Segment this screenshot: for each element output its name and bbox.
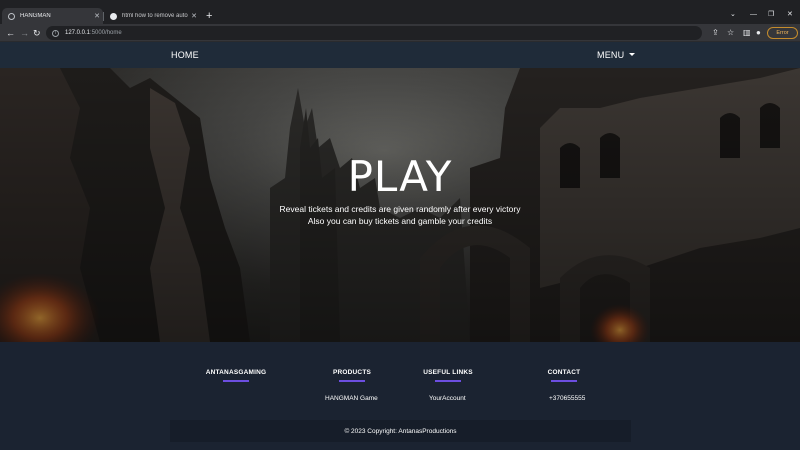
footer-heading: USEFUL LINKS [423, 369, 473, 376]
footer-heading-underline [435, 380, 461, 382]
tab-hangman[interactable]: HANGMAN ✕ [2, 8, 103, 24]
footer-heading-underline [223, 380, 249, 382]
new-tab-button[interactable]: + [206, 10, 212, 22]
browser-tab-strip: HANGMAN ✕ html how to remove auto sugge … [0, 0, 800, 24]
footer-column-products: PRODUCTS [332, 369, 372, 382]
address-bar[interactable]: i 127.0.0.1:5000/home [46, 26, 702, 40]
tab-search-chevron-icon[interactable]: ⌄ [730, 10, 736, 20]
footer-heading: PRODUCTS [332, 369, 372, 376]
site-favicon-icon [110, 12, 117, 20]
nav-home-link[interactable]: HOME [171, 50, 199, 60]
globe-icon [8, 12, 15, 20]
site-navbar: HOME MENU [0, 42, 800, 68]
footer-column-useful-links: USEFUL LINKS [423, 369, 473, 382]
url-path: :5000/home [90, 30, 122, 36]
forward-arrow-icon[interactable]: → [20, 27, 29, 39]
hero-subtitle-line-1: Reveal tickets and credits are given ran… [279, 204, 521, 214]
back-arrow-icon[interactable]: ← [6, 27, 15, 39]
footer-column-contact: CONTACT [545, 369, 583, 382]
restore-button[interactable]: ❐ [768, 10, 774, 20]
hero-title: PLAY [347, 152, 453, 201]
site-info-icon[interactable]: i [52, 29, 59, 37]
nav-menu-label: MENU [597, 50, 625, 60]
footer-heading-underline [551, 380, 577, 382]
footer-heading: ANTANASGAMING [205, 369, 267, 376]
window-close-button[interactable]: ✕ [787, 10, 793, 20]
tab-title: HANGMAN [20, 13, 51, 19]
minimize-button[interactable]: — [750, 10, 757, 20]
error-button[interactable]: Error [767, 27, 798, 39]
hero-subtitle-line-2: Also you can buy tickets and gamble your… [307, 216, 493, 226]
footer-column-antanasgaming: ANTANASGAMING [204, 369, 268, 382]
footer-contact-phone: +370655555 [549, 395, 586, 402]
copyright-text: © 2023 Copyright: AntanasProductions [344, 427, 457, 435]
site-footer: ANTANASGAMING PRODUCTS USEFUL LINKS CONT… [0, 342, 800, 450]
footer-link-your-account[interactable]: YourAccount [429, 395, 466, 402]
footer-link-hangman-game[interactable]: HANGMAN Game [325, 395, 378, 402]
close-icon[interactable]: ✕ [188, 12, 200, 20]
browser-toolbar: ← → ↻ i 127.0.0.1:5000/home ⇪ ☆ ▥ ● Erro… [0, 24, 800, 42]
tab-title: html how to remove auto sugge [122, 13, 188, 19]
profile-icon[interactable]: ● [756, 28, 761, 38]
footer-heading-underline [339, 380, 365, 382]
caret-down-icon [629, 53, 636, 56]
side-panel-icon[interactable]: ▥ [743, 28, 751, 38]
close-icon[interactable]: ✕ [91, 12, 103, 20]
copyright-bar: © 2023 Copyright: AntanasProductions [170, 420, 631, 442]
bookmark-star-icon[interactable]: ☆ [727, 28, 734, 38]
hero-section: PLAY Reveal tickets and credits are give… [0, 68, 800, 342]
reload-icon[interactable]: ↻ [33, 27, 41, 39]
share-icon[interactable]: ⇪ [712, 28, 719, 38]
footer-heading: CONTACT [547, 369, 581, 376]
tab-search[interactable]: html how to remove auto sugge ✕ [104, 8, 200, 24]
url-host: 127.0.0.1 [65, 30, 91, 36]
nav-menu-dropdown[interactable]: MENU [597, 50, 636, 60]
